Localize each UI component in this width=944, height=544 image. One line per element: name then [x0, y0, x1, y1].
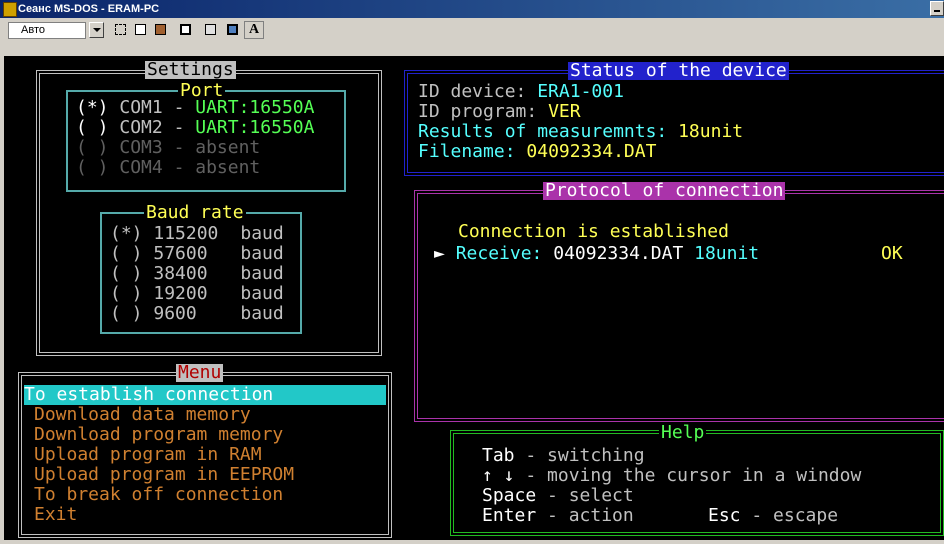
menu-title: Menu: [176, 362, 224, 383]
menu-item-download-data[interactable]: Download data memory: [34, 405, 251, 425]
menu-item-establish-connection[interactable]: To establish connection: [24, 385, 386, 405]
paste-icon[interactable]: [152, 21, 170, 39]
pointer-arrow-icon: ►: [434, 243, 445, 264]
baud-option-9600[interactable]: ( ) 9600 baud: [110, 304, 284, 324]
copy-icon[interactable]: [132, 21, 150, 39]
help-arrows: ↑ ↓ - moving the cursor in a window: [482, 465, 862, 486]
baud-option-38400[interactable]: ( ) 38400 baud: [110, 264, 284, 284]
dos-screen: Settings Port (*) COM1 - UART:16550A ( )…: [4, 56, 944, 540]
font-button[interactable]: A: [244, 21, 264, 39]
baud-option-57600[interactable]: ( ) 57600 baud: [110, 244, 284, 264]
font-size-select[interactable]: Авто: [8, 22, 86, 39]
status-filename: Filename: 04092334.DAT: [418, 141, 657, 162]
settings-title: Settings: [145, 59, 236, 80]
msdos-app-icon[interactable]: [3, 2, 17, 17]
status-title: Status of the device: [568, 60, 789, 81]
port-option-com4[interactable]: ( ) COM4 - absent: [76, 158, 260, 178]
menu-item-break-connection[interactable]: To break off connection: [34, 485, 283, 505]
protocol-title: Protocol of connection: [543, 180, 786, 201]
properties-icon[interactable]: [202, 21, 220, 39]
port-option-com2[interactable]: ( ) COM2 - UART:16550A: [76, 118, 314, 138]
help-space: Space - select: [482, 485, 634, 506]
menu-item-upload-ram[interactable]: Upload program in RAM: [34, 445, 262, 465]
help-esc: Esc - escape: [708, 505, 839, 526]
protocol-receive-line: ► Receive: 04092334.DAT 18unit: [434, 243, 760, 264]
help-enter: Enter - action: [482, 505, 634, 526]
help-title: Help: [659, 422, 707, 443]
minimize-button[interactable]: [930, 1, 944, 16]
menu-item-exit[interactable]: Exit: [34, 505, 77, 525]
font-size-dropdown-button[interactable]: [89, 22, 104, 38]
port-option-com1[interactable]: (*) COM1 - UART:16550A: [76, 98, 314, 118]
menu-item-upload-eeprom[interactable]: Upload program in EEPROM: [34, 465, 294, 485]
help-tab: Tab - switching: [482, 445, 645, 466]
baud-option-115200[interactable]: (*) 115200 baud: [110, 224, 284, 244]
protocol-message: Connection is established: [458, 221, 729, 242]
status-id-program: ID program: VER: [418, 101, 581, 122]
port-option-com3[interactable]: ( ) COM3 - absent: [76, 138, 260, 158]
baud-rate-title: Baud rate: [144, 202, 246, 223]
title-bar: Сеанс MS-DOS - ERAM-PC: [0, 0, 944, 18]
menu-item-download-program[interactable]: Download program memory: [34, 425, 283, 445]
background-icon[interactable]: [224, 21, 242, 39]
protocol-ok-status: OK: [881, 243, 903, 264]
status-id-device: ID device: ERA1-001: [418, 81, 624, 102]
fullscreen-icon[interactable]: [177, 21, 195, 39]
arrow-keys-icon: ↑ ↓: [482, 465, 515, 486]
window-title: Сеанс MS-DOS - ERAM-PC: [18, 3, 160, 15]
mark-icon[interactable]: [112, 21, 130, 39]
baud-option-19200[interactable]: ( ) 19200 baud: [110, 284, 284, 304]
status-results: Results of measuremnts: 18unit: [418, 121, 744, 142]
